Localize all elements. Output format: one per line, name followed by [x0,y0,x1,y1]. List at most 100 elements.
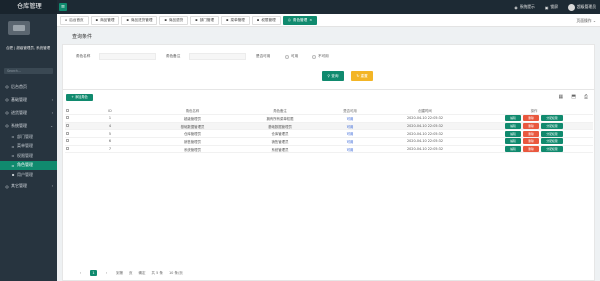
chevron-left-icon: ‹ [51,97,53,102]
sidebar-item-permission[interactable]: ▫ 权限管理 [0,151,57,161]
per-page-select[interactable]: 10 条/页 [169,271,183,276]
permission-icon: ▫ [11,153,15,159]
delete-button[interactable]: 删除 [523,130,539,137]
user-menu[interactable]: 超级管理员 [568,3,596,11]
tab-home[interactable]: ⌂ 后台首页 [60,15,89,25]
cell-remark: 基础数据管理员 [268,124,292,129]
edit-button[interactable]: 编辑 [505,123,521,130]
page-label: 页 [129,270,133,275]
add-role-button[interactable]: + 添加角色 [66,94,93,101]
return-icon: ▪ [164,17,167,22]
page-actions-dropdown[interactable]: 页面操作 ⌄ [576,16,596,25]
lock-link[interactable]: ▣ 锁屏 [545,4,558,10]
cell-name: 系统管理员 [184,147,201,152]
cell-remark: 销售管理员 [271,139,289,144]
assign-permission-button[interactable]: 分配权限 [541,138,563,145]
export-icon[interactable]: ⬒ [571,94,576,100]
col-remark: 角色备注 [273,109,287,113]
role-icon: ▫ [11,162,15,168]
table-row[interactable]: 4 基础数据管理员 基础数据管理员 可用 2020-04-10 22:05:32… [65,122,593,131]
top-bar: 仓库管理 ≡ ◉ 系统提示 ▣ 锁屏 超级管理员 [0,0,600,14]
sidebar-item-basic[interactable]: ◎ 基础管理 ‹ [0,93,57,106]
edit-button[interactable]: 编辑 [505,138,521,145]
sidebar-item-other[interactable]: ◎ 其它管理 ‹ [0,180,57,193]
menu-icon: ▪ [226,17,229,22]
cell-remark: 仓库管理员 [271,132,289,137]
edit-button[interactable]: 编辑 [505,130,521,137]
assign-permission-button[interactable]: 分配权限 [541,130,563,137]
goto-confirm-button[interactable]: 确定 [139,271,146,276]
assign-permission-button[interactable]: 分配权限 [541,115,563,122]
cell-available: 可用 [346,116,354,121]
tab-goods[interactable]: ▪ 商品管理 [90,15,120,25]
radio-unavailable[interactable]: 不可用 [312,54,329,59]
reset-button[interactable]: ↻ 重置 [351,71,373,81]
radio-available[interactable]: 可用 [285,54,298,59]
checkbox-icon [66,147,69,151]
table-row[interactable]: 7 系统管理员 系统管理员 可用 2020-04-10 22:05:32 编辑 … [65,146,593,154]
cell-actions: 编辑 删除 分配权限 [475,130,593,137]
sidebar-item-system[interactable]: ◎ 系统管理 ⌄ [0,119,57,132]
user-name: 合肥 | 超级管理员, 系统管理 [6,46,51,50]
cell-id: 5 [108,131,112,136]
folder-icon: ◎ [5,183,9,189]
role-remark-input[interactable] [189,53,246,60]
app-title: 仓库管理 [0,0,57,14]
tab-goods-return[interactable]: ▪ 商品退货 [159,15,189,25]
cell-actions: 编辑 删除 分配权限 [475,146,593,153]
checkbox-icon [66,131,69,135]
inbound-icon: ◎ [5,110,9,115]
cell-time: 2020-04-10 22:05:32 [406,131,443,136]
col-id: ID [108,108,112,113]
sidebar-item-user[interactable]: ▪ 用户管理 [0,170,57,180]
edit-button[interactable]: 编辑 [505,146,521,153]
table-row[interactable]: 1 超级管理员 拥有所有菜单权限 可用 2020-04-10 22:05:32 … [65,115,593,123]
sidebar-nav: ◎ 后台首页 ◎ 基础管理 ‹ ◎ 进货管理 ‹ ◎ 系统管理 ⌄ ▫ 部门管理 ▫ 菜单管理 ▫… [0,80,57,193]
tab-dept[interactable]: ▪ 部门管理 [190,15,220,25]
tab-permission[interactable]: ▪ 权限管理 [251,15,281,25]
col-time: 创建时间 [418,109,432,113]
table-row[interactable]: 5 仓库管理员 仓库管理员 可用 2020-04-10 22:05:32 编辑 … [65,130,593,139]
sidebar-search-input[interactable]: Search... [4,68,53,74]
cell-time: 2020-04-10 22:05:32 [406,124,443,129]
delete-button[interactable]: 删除 [523,138,539,145]
print-icon[interactable]: ⎙ [584,94,588,100]
page-current[interactable]: 1 [90,270,97,276]
sidebar-item-home[interactable]: ◎ 后台首页 [0,80,57,93]
delete-button[interactable]: 删除 [523,115,539,122]
notify-link[interactable]: ◉ 系统提示 [514,4,535,10]
cell-available: 可用 [346,132,354,137]
prev-page-icon[interactable]: ‹ [77,270,84,276]
assign-permission-button[interactable]: 分配权限 [541,123,563,130]
tab-role[interactable]: ◎ 角色管理 × [282,15,318,25]
sidebar-item-inbound[interactable]: ◎ 进货管理 ‹ [0,106,57,119]
checkbox-icon [66,139,69,143]
cell-remark: 拥有所有菜单权限 [266,116,294,121]
next-page-icon[interactable]: › [103,270,110,276]
columns-icon[interactable]: ▦ [559,94,564,100]
table-tools: ▦ ⬒ ⎙ [559,94,588,100]
sidebar-item-menu[interactable]: ▫ 菜单管理 [0,142,57,152]
home-icon: ⌂ [65,17,68,22]
assign-permission-button[interactable]: 分配权限 [541,146,563,153]
cell-available: 可用 [346,147,354,152]
query-button[interactable]: ⚲ 查询 [322,71,344,81]
delete-button[interactable]: 删除 [523,146,539,153]
role-name-input[interactable] [99,53,156,60]
col-available: 是否可用 [343,109,357,113]
close-icon[interactable]: × [309,17,312,24]
delete-button[interactable]: 删除 [523,123,539,130]
tab-goods-inbound[interactable]: ▪ 商品进货管理 [121,15,158,25]
col-actions: 操作 [530,109,538,113]
tab-menu[interactable]: ▪ 菜单管理 [221,15,250,25]
sidebar-item-dept[interactable]: ▫ 部门管理 [0,132,57,142]
bell-icon: ◉ [514,4,518,10]
table-row[interactable]: 6 销售管理员 销售管理员 可用 2020-04-10 22:05:32 编辑 … [65,138,593,146]
dashboard-icon: ◎ [5,84,9,89]
edit-button[interactable]: 编辑 [505,115,521,122]
main-content: 查询条件 角色名称 角色备注 是否可用 可用 不可用 ⚲ 查询 ↻ 重置 + 添… [57,27,600,281]
cell-id: 4 [108,124,112,129]
sidebar-item-role[interactable]: ▫ 角色管理 [0,160,57,170]
permission-icon: ▪ [256,17,260,22]
menu-toggle-icon[interactable]: ≡ [59,3,67,11]
